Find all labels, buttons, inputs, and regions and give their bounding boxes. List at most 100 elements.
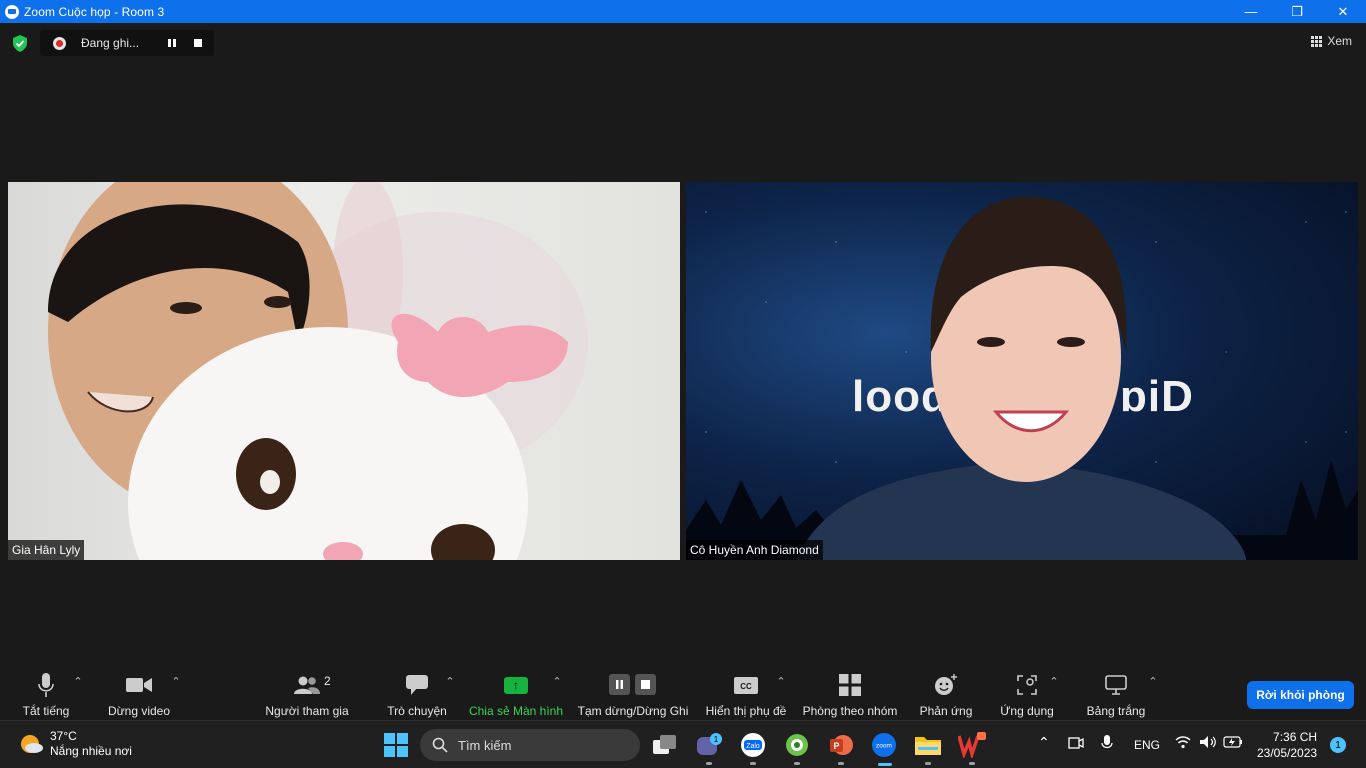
recording-dot-icon — [53, 36, 66, 50]
stop-video-button[interactable]: Dừng video — [106, 662, 172, 720]
stop-icon — [194, 39, 202, 47]
captions-options-caret-icon[interactable]: ⌃ — [776, 677, 786, 688]
clock-time: 7:36 CH — [1273, 730, 1318, 744]
meeting-top-bar: Đang ghi... Xem — [0, 23, 1366, 63]
pause-stop-recording-button[interactable]: Tạm dừng/Dừng Ghi — [576, 662, 690, 720]
reactions-button[interactable]: Phản ứng — [918, 662, 974, 720]
participant-name-tag: Gia Hân Lyly — [8, 540, 85, 560]
microphone-tray-icon[interactable] — [1101, 735, 1113, 754]
participants-button[interactable]: 2 Người tham gia — [264, 662, 350, 720]
pause-stop-icon — [609, 672, 657, 698]
show-hidden-icons-button[interactable]: ⌃ — [1038, 734, 1050, 751]
share-screen-label: Chia sẻ Màn hình — [468, 704, 564, 718]
taskbar-app-sync[interactable] — [782, 730, 812, 765]
taskbar-clock[interactable]: 7:36 CH 23/05/2023 — [1257, 729, 1317, 761]
chat-label: Trò chuyện — [387, 704, 447, 718]
svg-text:Zalo: Zalo — [746, 743, 760, 750]
close-button[interactable]: ✕ — [1320, 0, 1366, 23]
participant-video-feed — [48, 182, 588, 560]
weather-description: Nắng nhiều nơi — [50, 744, 132, 758]
notification-badge[interactable]: 1 — [1330, 737, 1346, 753]
sync-app-icon — [786, 734, 808, 756]
apps-options-caret-icon[interactable]: ⌃ — [1049, 677, 1059, 688]
wps-office-icon — [958, 732, 986, 758]
maximize-button[interactable]: ❐ — [1274, 0, 1320, 23]
minimize-button[interactable]: — — [1228, 0, 1274, 23]
taskbar-app-powerpoint[interactable]: P — [826, 730, 856, 765]
closed-captions-icon: CC — [734, 672, 758, 698]
audio-options-caret-icon[interactable]: ⌃ — [73, 677, 83, 688]
windows-taskbar: 37°C Nắng nhiều nơi Tìm kiếm 1 Zalo P zo… — [0, 720, 1366, 768]
participant-name-tag: Cô Huyền Anh Diamond — [686, 540, 823, 560]
mute-button[interactable]: Tắt tiếng — [21, 662, 71, 720]
share-screen-button[interactable]: ↑ Chia sẻ Màn hình — [469, 662, 563, 720]
smiley-plus-icon — [934, 672, 958, 698]
meet-now-icon[interactable] — [1068, 735, 1084, 754]
apps-icon — [1017, 672, 1037, 698]
meeting-controls-toolbar: Tắt tiếng ⌃ Dừng video ⌃ 2 Người tham gi… — [0, 662, 1366, 720]
search-placeholder: Tìm kiếm — [458, 737, 512, 753]
pause-recording-button[interactable] — [165, 36, 179, 50]
video-camera-icon — [126, 672, 152, 698]
taskbar-app-zalo[interactable]: Zalo — [738, 730, 768, 765]
taskbar-search[interactable]: Tìm kiếm — [420, 729, 640, 761]
weather-widget[interactable]: 37°C Nắng nhiều nơi — [18, 729, 132, 759]
taskbar-app-teams[interactable]: 1 — [694, 730, 724, 765]
volume-icon[interactable] — [1199, 735, 1217, 752]
taskbar-app-zoom[interactable]: zoom — [869, 730, 899, 766]
whiteboard-options-caret-icon[interactable]: ⌃ — [1148, 677, 1158, 688]
stop-recording-button[interactable] — [191, 36, 205, 50]
breakout-rooms-button[interactable]: Phòng theo nhóm — [801, 662, 899, 720]
wifi-icon[interactable] — [1175, 735, 1191, 752]
folder-icon — [915, 737, 941, 755]
whiteboard-button[interactable]: Bảng trắng — [1084, 662, 1148, 720]
participants-icon: 2 — [294, 672, 331, 698]
clock-date: 23/05/2023 — [1257, 746, 1318, 760]
powerpoint-icon: P — [830, 735, 853, 755]
whiteboard-label: Bảng trắng — [1086, 704, 1146, 718]
view-label: Xem — [1327, 34, 1352, 48]
window-title: Zoom Cuộc họp - Room 3 — [24, 4, 165, 19]
task-view-button[interactable] — [650, 730, 680, 760]
taskbar-app-wps[interactable] — [957, 730, 987, 765]
weather-sun-icon — [18, 732, 43, 756]
leave-meeting-button[interactable]: Rời khỏi phòng — [1247, 681, 1354, 709]
whiteboard-icon — [1105, 672, 1127, 698]
share-options-caret-icon[interactable]: ⌃ — [552, 677, 562, 688]
svg-text:zoom: zoom — [876, 743, 892, 750]
breakout-rooms-label: Phòng theo nhóm — [802, 704, 898, 718]
show-captions-label: Hiển thị phụ đề — [705, 704, 787, 718]
input-language[interactable]: ENG — [1134, 738, 1160, 752]
share-screen-icon: ↑ — [504, 672, 528, 698]
chat-options-caret-icon[interactable]: ⌃ — [445, 677, 455, 688]
zalo-icon: Zalo — [741, 733, 765, 757]
title-bar: Zoom Cuộc họp - Room 3 — ❐ ✕ — [0, 0, 1366, 23]
participants-label: Người tham gia — [265, 704, 349, 718]
apps-label: Ứng dụng — [1000, 704, 1054, 718]
reactions-label: Phản ứng — [919, 704, 973, 718]
apps-button[interactable]: Ứng dụng — [998, 662, 1056, 720]
participants-count: 2 — [324, 674, 331, 688]
windows-start-button[interactable] — [381, 730, 411, 760]
video-options-caret-icon[interactable]: ⌃ — [171, 677, 181, 688]
zoom-app-icon — [5, 4, 19, 19]
battery-icon[interactable] — [1223, 735, 1243, 752]
windows-logo-icon — [384, 733, 408, 757]
video-tile-participant-2[interactable]: loodɔ ɒiD Cô Huyền Anh Diamond — [686, 182, 1358, 560]
pause-icon — [168, 39, 176, 47]
search-icon — [432, 737, 448, 753]
video-tile-participant-1[interactable]: Gia Hân Lyly — [8, 182, 680, 560]
weather-temperature: 37°C — [50, 729, 77, 743]
security-shield-icon[interactable] — [12, 35, 28, 52]
svg-text:P: P — [833, 741, 839, 751]
recording-indicator: Đang ghi... — [40, 30, 214, 56]
task-view-icon — [653, 735, 676, 754]
microphone-icon — [38, 672, 54, 698]
taskbar-app-file-explorer[interactable] — [913, 730, 943, 765]
grid-view-icon — [1311, 35, 1323, 47]
chat-button[interactable]: Trò chuyện — [386, 662, 448, 720]
svg-text:CC: CC — [740, 682, 752, 691]
show-captions-button[interactable]: CC Hiển thị phụ đề — [703, 662, 789, 720]
mute-label: Tắt tiếng — [22, 704, 70, 718]
view-button[interactable]: Xem — [1311, 34, 1352, 48]
